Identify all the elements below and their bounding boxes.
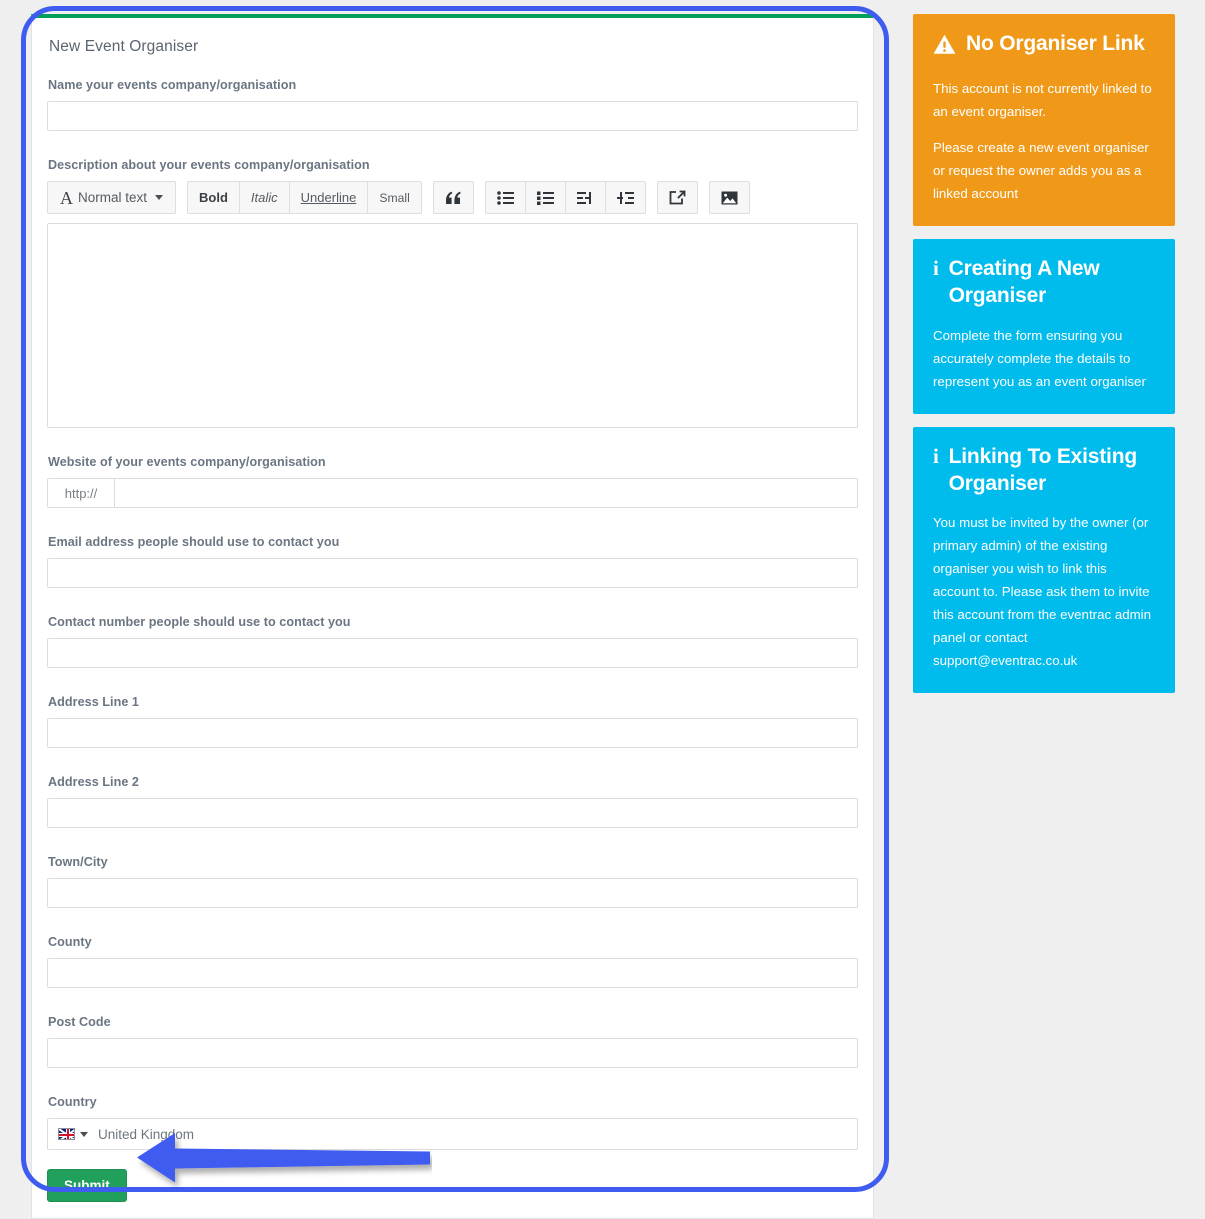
field-country: Country United Kingdom [47,1095,858,1150]
contact-number-input[interactable] [47,638,858,668]
field-email: Email address people should use to conta… [47,535,858,588]
field-label-post-code: Post Code [48,1015,111,1029]
field-name: Name your events company/organisation [47,78,858,131]
indent-icon[interactable] [565,181,606,214]
page-root: New Event Organiser Name your events com… [0,0,1205,1219]
description-editor[interactable] [47,223,858,428]
richtext-toolbar: A Normal text Bold Italic Underline Smal… [47,181,858,214]
submit-row: Submit [47,1169,858,1202]
panel-no-organiser-link: No Organiser Link This account is not cu… [913,14,1175,226]
field-address-line-1: Address Line 1 [47,695,858,748]
post-code-input[interactable] [47,1038,858,1068]
chevron-down-icon [155,195,164,200]
field-description: Description about your events company/or… [47,158,858,428]
panel-paragraph: Complete the form ensuring you accuratel… [933,327,1146,389]
panel-creating-a-new-organiser: i Creating A New Organiser Complete the … [913,238,1175,414]
chevron-down-icon [80,1131,88,1137]
panel-title-row: i Linking To Existing Organiser [933,444,1155,498]
field-label-county: County [48,935,92,949]
website-input[interactable] [114,478,858,508]
field-label-description: Description about your events company/or… [48,158,370,172]
panel-title: No Organiser Link [966,32,1145,55]
text-style-label: Normal text [78,190,148,205]
list-group [484,181,646,214]
field-website: Website of your events company/organisat… [47,455,858,508]
warning-triangle-icon [933,34,956,63]
italic-button[interactable]: Italic [239,181,290,214]
text-style-glyph-icon: A [60,187,73,208]
panel-linking-to-existing-organiser: i Linking To Existing Organiser You must… [913,426,1175,694]
bullet-list-icon[interactable] [484,181,526,214]
info-icon: i [933,443,939,468]
field-label-town-city: Town/City [48,855,108,869]
email-field[interactable] [47,558,858,588]
field-label-email: Email address people should use to conta… [48,535,340,549]
county-input[interactable] [47,958,858,988]
link-group [656,181,698,214]
country-selected-value: United Kingdom [98,1126,195,1142]
website-protocol-addon: http:// [47,478,114,508]
field-county: County [47,935,858,988]
field-label-contact-number: Contact number people should use to cont… [48,615,351,629]
panel-title-row: No Organiser Link [933,31,1155,63]
info-icon: i [933,255,939,280]
numbered-list-icon[interactable] [525,181,566,214]
country-select[interactable]: United Kingdom [47,1118,858,1150]
image-group [708,181,750,214]
name-input[interactable] [47,101,858,131]
outdent-icon[interactable] [605,181,646,214]
sidebar: No Organiser Link This account is not cu… [913,14,1175,706]
text-style-dropdown[interactable]: A Normal text [47,181,177,214]
new-event-organiser-form-card: New Event Organiser Name your events com… [31,14,874,1219]
field-contact-number: Contact number people should use to cont… [47,615,858,668]
uk-flag-icon [58,1128,75,1140]
panel-paragraph: You must be invited by the owner (or pri… [933,515,1152,669]
panel-paragraph: This account is not currently linked to … [933,80,1152,119]
image-icon[interactable] [708,181,750,214]
field-label-website: Website of your events company/organisat… [48,455,326,469]
text-format-group: Bold Italic Underline Small [187,181,422,214]
panel-title: Creating A New Organiser [948,256,1100,307]
address-line-1-input[interactable] [47,718,858,748]
quote-group [432,181,474,214]
bold-button[interactable]: Bold [187,181,240,214]
town-city-input[interactable] [47,878,858,908]
submit-button[interactable]: Submit [47,1169,127,1202]
field-town-city: Town/City [47,855,858,908]
panel-paragraph: Please create a new event organiser or r… [933,139,1149,201]
small-button[interactable]: Small [368,181,422,214]
field-address-line-2: Address Line 2 [47,775,858,828]
field-post-code: Post Code [47,1015,858,1068]
field-label-address-line-1: Address Line 1 [48,695,139,709]
panel-title-row: i Creating A New Organiser [933,256,1155,310]
field-label-name: Name your events company/organisation [48,78,297,92]
link-icon[interactable] [656,181,698,214]
underline-button[interactable]: Underline [289,181,369,214]
page-title: New Event Organiser [49,38,199,55]
address-line-2-input[interactable] [47,798,858,828]
panel-title: Linking To Existing Organiser [948,444,1138,495]
field-label-country: Country [48,1095,97,1109]
quote-icon[interactable] [432,181,474,214]
field-label-address-line-2: Address Line 2 [48,775,139,789]
